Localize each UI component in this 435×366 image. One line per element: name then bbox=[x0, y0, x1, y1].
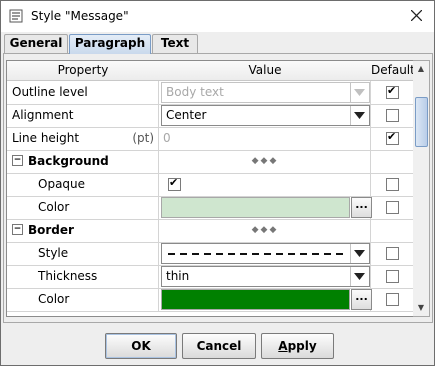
opaque-default-checkbox[interactable] bbox=[386, 178, 399, 191]
property-label: Opaque bbox=[7, 173, 159, 196]
alignment-combo[interactable]: Center bbox=[161, 105, 370, 126]
scroll-thumb[interactable] bbox=[415, 97, 428, 147]
table-row: Alignment Center bbox=[7, 104, 414, 128]
opaque-checkbox[interactable]: ✔ bbox=[168, 176, 181, 191]
border-color-default-checkbox[interactable] bbox=[386, 293, 399, 306]
alignment-value: Center bbox=[166, 108, 207, 122]
border-style-default-checkbox[interactable] bbox=[386, 247, 399, 260]
chevron-down-icon bbox=[350, 83, 369, 102]
section-label: Background bbox=[28, 154, 109, 168]
border-style-combo[interactable] bbox=[161, 243, 370, 264]
property-label: Color bbox=[7, 196, 159, 219]
line-height-field[interactable]: 0 bbox=[163, 127, 171, 150]
outline-level-combo[interactable]: Body text bbox=[161, 82, 370, 103]
property-label: Outline level bbox=[7, 81, 159, 104]
apply-button[interactable]: Apply bbox=[261, 333, 334, 359]
chevron-down-icon bbox=[350, 244, 369, 263]
scroll-up-icon[interactable]: ▲ bbox=[413, 61, 429, 77]
collapse-icon[interactable]: − bbox=[12, 155, 23, 166]
property-label: Color bbox=[7, 288, 159, 311]
apply-mnemonic: A bbox=[278, 339, 288, 353]
title-bar: Style "Message" bbox=[1, 1, 434, 32]
vertical-scrollbar[interactable]: ▲ ▼ bbox=[413, 60, 430, 317]
column-header-default[interactable]: Default bbox=[371, 61, 414, 81]
close-button[interactable] bbox=[404, 5, 428, 27]
diamonds-icon: ◆◆◆ bbox=[251, 225, 279, 235]
table-row: Outline level Body text ✔ bbox=[7, 81, 414, 105]
tab-general[interactable]: General bbox=[4, 34, 68, 53]
cancel-button[interactable]: Cancel bbox=[182, 333, 256, 359]
dashed-line-icon bbox=[168, 253, 344, 255]
outline-level-default-checkbox[interactable]: ✔ bbox=[386, 84, 399, 99]
table-row: Thickness thin bbox=[7, 265, 414, 289]
checkmark-icon: ✔ bbox=[169, 176, 179, 189]
app-icon bbox=[9, 9, 23, 23]
tab-paragraph[interactable]: Paragraph bbox=[69, 34, 151, 54]
property-label: Style bbox=[7, 242, 159, 265]
checkmark-icon: ✔ bbox=[387, 130, 397, 143]
tab-text[interactable]: Text bbox=[152, 34, 198, 53]
collapse-icon[interactable]: − bbox=[12, 224, 23, 235]
window-title: Style "Message" bbox=[31, 9, 129, 23]
background-color-swatch[interactable] bbox=[161, 197, 350, 218]
ok-button[interactable]: OK bbox=[105, 333, 177, 359]
outline-level-value: Body text bbox=[166, 85, 224, 99]
table-row: − Background ◆◆◆ bbox=[7, 150, 414, 174]
background-color-picker-button[interactable]: ... bbox=[351, 197, 372, 218]
chevron-down-icon bbox=[350, 267, 369, 286]
thickness-default-checkbox[interactable] bbox=[386, 270, 399, 283]
property-table: Property Value Default Outline level Bod… bbox=[6, 60, 415, 317]
border-color-picker-button[interactable]: ... bbox=[351, 289, 372, 310]
style-dialog: Style "Message" General Paragraph Text P… bbox=[0, 0, 435, 366]
property-label: Thickness bbox=[7, 265, 159, 288]
column-header-property[interactable]: Property bbox=[7, 61, 160, 81]
table-row: Color ... bbox=[7, 196, 414, 220]
line-height-default-checkbox[interactable]: ✔ bbox=[386, 130, 399, 145]
property-label: Alignment bbox=[7, 104, 159, 127]
thickness-value: thin bbox=[166, 269, 190, 283]
table-row: Line height (pt) 0 ✔ bbox=[7, 127, 414, 151]
chevron-down-icon bbox=[350, 106, 369, 125]
scroll-down-icon[interactable]: ▼ bbox=[413, 300, 429, 316]
close-icon bbox=[410, 9, 422, 22]
thickness-combo[interactable]: thin bbox=[161, 266, 370, 287]
table-row: Color ... bbox=[7, 288, 414, 312]
unit-label: (pt) bbox=[132, 131, 154, 145]
table-row: Style bbox=[7, 242, 414, 266]
border-color-swatch[interactable] bbox=[161, 289, 350, 310]
table-row: Opaque ✔ bbox=[7, 173, 414, 197]
alignment-default-checkbox[interactable] bbox=[386, 109, 399, 122]
property-label: Line height bbox=[12, 131, 80, 145]
table-row: − Border ◆◆◆ bbox=[7, 219, 414, 243]
section-label: Border bbox=[28, 223, 74, 237]
apply-label-rest: pply bbox=[287, 339, 317, 353]
column-header-value[interactable]: Value bbox=[159, 61, 372, 81]
diamonds-icon: ◆◆◆ bbox=[251, 156, 279, 166]
checkmark-icon: ✔ bbox=[387, 84, 397, 97]
background-color-default-checkbox[interactable] bbox=[386, 201, 399, 214]
